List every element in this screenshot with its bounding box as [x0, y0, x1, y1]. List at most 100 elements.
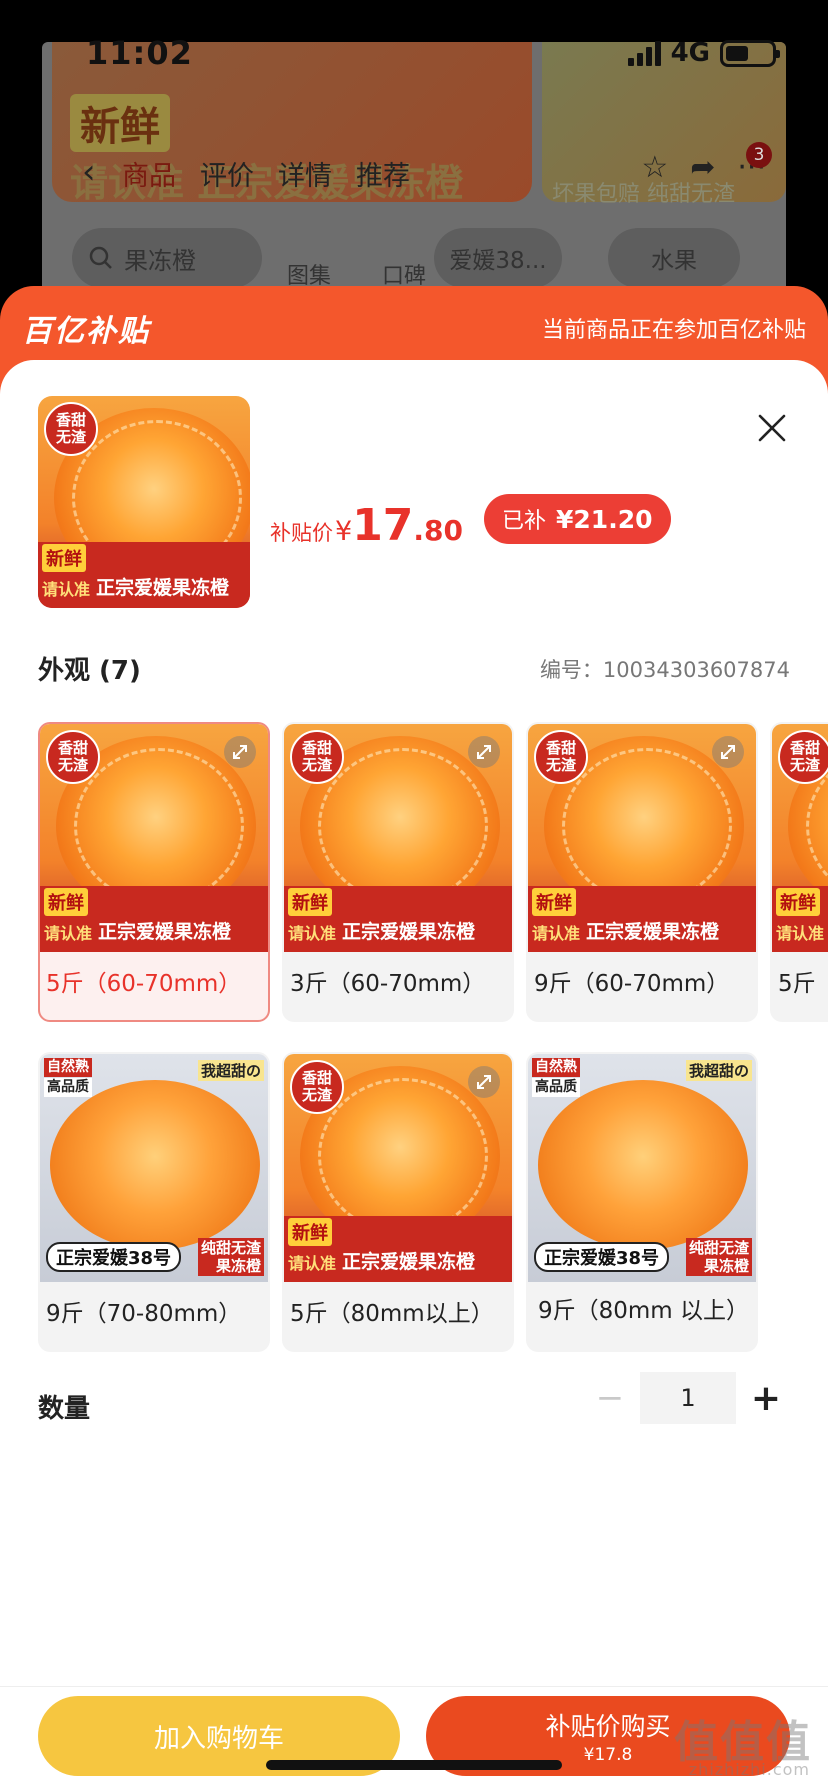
art-fresh-tag: 新鲜: [288, 1218, 332, 1246]
art-brand-text: 正宗爱媛果冻橙: [342, 921, 476, 943]
art-pill-text: 正宗爱媛38号: [534, 1242, 670, 1272]
close-icon: [758, 414, 786, 442]
art-corner-text: 我超甜の: [685, 1060, 752, 1081]
quantity-decrease-button[interactable]: −: [586, 1372, 634, 1424]
background-tabs: 商品 评价 详情 推荐: [122, 154, 410, 193]
favorite-star-icon: ☆: [641, 150, 669, 185]
cart-badge: 3: [746, 142, 772, 168]
option-label: 5斤（60-70mm）: [46, 971, 242, 997]
status-icons: 4G: [627, 38, 780, 68]
watermark-url: zhizhizhi.com: [688, 1760, 810, 1779]
art-sweet-text: 纯甜无渣 果冻橙: [197, 1238, 264, 1276]
option-image: 自然熟 高品质 我超甜の正宗爱媛38号 纯甜无渣 果冻橙: [40, 1054, 268, 1282]
art-corner-text: 我超甜の: [197, 1060, 264, 1081]
saved-label: 已补: [502, 509, 547, 534]
expand-icon[interactable]: [224, 736, 256, 768]
art-fresh-tag: 新鲜: [532, 888, 576, 916]
option-label: 3斤（60-70mm）: [290, 971, 486, 997]
quantity-value[interactable]: 1: [640, 1372, 736, 1424]
close-button[interactable]: [754, 410, 790, 446]
home-indicator: [266, 1760, 562, 1770]
option-label: 5斤: [778, 971, 816, 997]
tab-recommend: 推荐: [356, 161, 410, 192]
price-decimal: .80: [413, 514, 464, 547]
expand-icon[interactable]: [468, 736, 500, 768]
subsidy-note: 当前商品正在参加百亿补贴: [541, 318, 806, 343]
art-fresh-tag: 新鲜: [42, 544, 86, 572]
option-label: 5斤（80mm以上）: [290, 1301, 494, 1327]
art-pill-text: 正宗爱媛38号: [46, 1242, 182, 1272]
option-image: 香甜无渣新鲜请认准正宗爱媛果冻橙: [284, 724, 512, 952]
art-fresh-tag: 新鲜: [44, 888, 88, 916]
sweet-badge: 香甜 无渣: [290, 730, 344, 784]
appearance-title: 外观 (7): [38, 656, 141, 686]
art-brand-text: 正宗爱媛果冻橙: [586, 921, 720, 943]
background-search-text: 果冻橙: [124, 246, 196, 275]
tab-details: 详情: [278, 161, 332, 192]
art-cert-text: 请认准: [532, 924, 581, 943]
appearance-option[interactable]: 香甜 无渣 新鲜 请认准 正宗爱媛果冻橙 5斤（80mm以上）: [282, 1052, 514, 1352]
signal-icon: [627, 40, 661, 66]
subsidy-amount-badge: 已补 ¥21.20: [484, 494, 671, 544]
tab-reviews: 评价: [200, 161, 254, 192]
option-image: 自然熟 高品质 我超甜の正宗爱媛38号 纯甜无渣 果冻橙: [528, 1054, 756, 1282]
art-cert-text: 请认准: [44, 924, 93, 943]
tab-goods: 商品: [122, 161, 176, 192]
buy-button-title: 补贴价购买: [545, 1712, 671, 1741]
price-integer: 17: [352, 500, 414, 551]
art-brand-text: 正宗爱媛果冻橙: [98, 921, 232, 943]
network-type: 4G: [670, 38, 710, 68]
sweet-badge: 香甜 无渣: [44, 402, 98, 456]
sweet-badge: 香甜 无渣: [290, 1060, 344, 1114]
option-image: 香甜无渣新鲜请认准正宗爱媛果冻橙: [528, 724, 756, 952]
subsidy-logo: 百亿补贴: [22, 314, 150, 349]
price-label: 补贴价: [270, 521, 333, 545]
art-tag: 自然熟: [44, 1058, 92, 1077]
search-icon: [89, 246, 112, 269]
sweet-badge: 香甜 无渣: [778, 730, 828, 784]
option-image: 香甜无渣新鲜请认准正宗爱媛果冻橙: [284, 1054, 512, 1282]
appearance-option[interactable]: 香甜 无渣新鲜请认准 正宗爱媛果冻橙 3斤（60-70mm）: [282, 722, 514, 1022]
appearance-option[interactable]: 香甜无渣新鲜请认准正宗爱媛果冻橙5斤: [770, 722, 828, 1022]
sweet-badge: 香甜 无渣: [46, 730, 100, 784]
art-brand-text: 正宗爱媛果冻橙: [96, 577, 230, 599]
option-image: 香甜无渣新鲜请认准正宗爱媛果冻橙: [772, 724, 828, 952]
status-bar: 11:02 4G: [0, 0, 828, 100]
battery-icon: [720, 39, 780, 67]
option-label: 9斤（60-70mm）: [534, 971, 730, 997]
product-image: 香甜 无渣 新鲜 请认准 正宗爱媛果冻橙: [38, 396, 250, 608]
art-sweet-text: 纯甜无渣 果冻橙: [685, 1238, 752, 1276]
expand-icon[interactable]: [468, 1066, 500, 1098]
background-chip: 爱媛38...: [434, 228, 562, 288]
appearance-option[interactable]: 香甜 无渣 新鲜 请认准 正宗爱媛果冻橙 9斤（60-70mm）: [526, 722, 758, 1022]
subsidy-price: 补贴价 ¥ 17 .80: [270, 500, 463, 551]
buy-button-price: ¥17.8: [583, 1745, 633, 1765]
quantity-increase-button[interactable]: +: [742, 1372, 790, 1424]
appearance-option[interactable]: 自然熟 高品质 我超甜の正宗爱媛38号 纯甜无渣 果冻橙 9斤（70-80mm）: [38, 1052, 270, 1352]
screen: 新鲜 请认准 正宗爱媛果冻橙 ‹ 商品 评价 详情 推荐 坏果包赔 纯甜无渣 ☆…: [0, 0, 828, 1792]
art-tag: 高品质: [44, 1078, 92, 1097]
option-image: 香甜无渣新鲜请认准正宗爱媛果冻橙: [40, 724, 268, 952]
saved-amount: ¥21.20: [556, 504, 653, 534]
appearance-option[interactable]: 自然熟 高品质 我超甜の正宗爱媛38号 纯甜无渣 果冻橙 9斤（80mm 以上）: [526, 1052, 758, 1352]
sheet-body: 香甜 无渣 新鲜 请认准 正宗爱媛果冻橙 补贴价 ¥ 17 .80 已补 ¥21…: [0, 360, 828, 1792]
option-label: 9斤（70-80mm）: [46, 1301, 242, 1327]
option-label: 9斤（80mm 以上）: [538, 1298, 750, 1324]
background-fresh-tag: 新鲜: [70, 94, 170, 152]
appearance-option[interactable]: 香甜 无渣新鲜请认准 正宗爱媛果冻橙 5斤（60-70mm）: [38, 722, 270, 1022]
art-tag: 自然熟: [532, 1058, 580, 1077]
sku-sheet: 百亿补贴 当前商品正在参加百亿补贴 香甜 无渣 新鲜 请认准 正宗爱媛果冻橙 补…: [0, 286, 828, 1792]
art-brand-text: 正宗爱媛果冻橙: [342, 1251, 476, 1273]
quantity-stepper: − 1 +: [586, 1372, 790, 1424]
currency-symbol: ¥: [335, 516, 353, 547]
product-thumbnail[interactable]: 香甜 无渣 新鲜 请认准 正宗爱媛果冻橙: [38, 396, 250, 608]
art-cert-text: 请认准: [288, 924, 337, 943]
background-chip: 水果: [608, 228, 740, 288]
back-arrow-icon: ‹: [82, 152, 96, 192]
expand-icon[interactable]: [712, 736, 744, 768]
art-fresh-tag: 新鲜: [776, 888, 820, 916]
art-cert-text: 请认准: [776, 924, 825, 943]
sku-code: 编号：10034303607874: [539, 658, 790, 682]
art-tag: 高品质: [532, 1078, 580, 1097]
art-fresh-tag: 新鲜: [288, 888, 332, 916]
